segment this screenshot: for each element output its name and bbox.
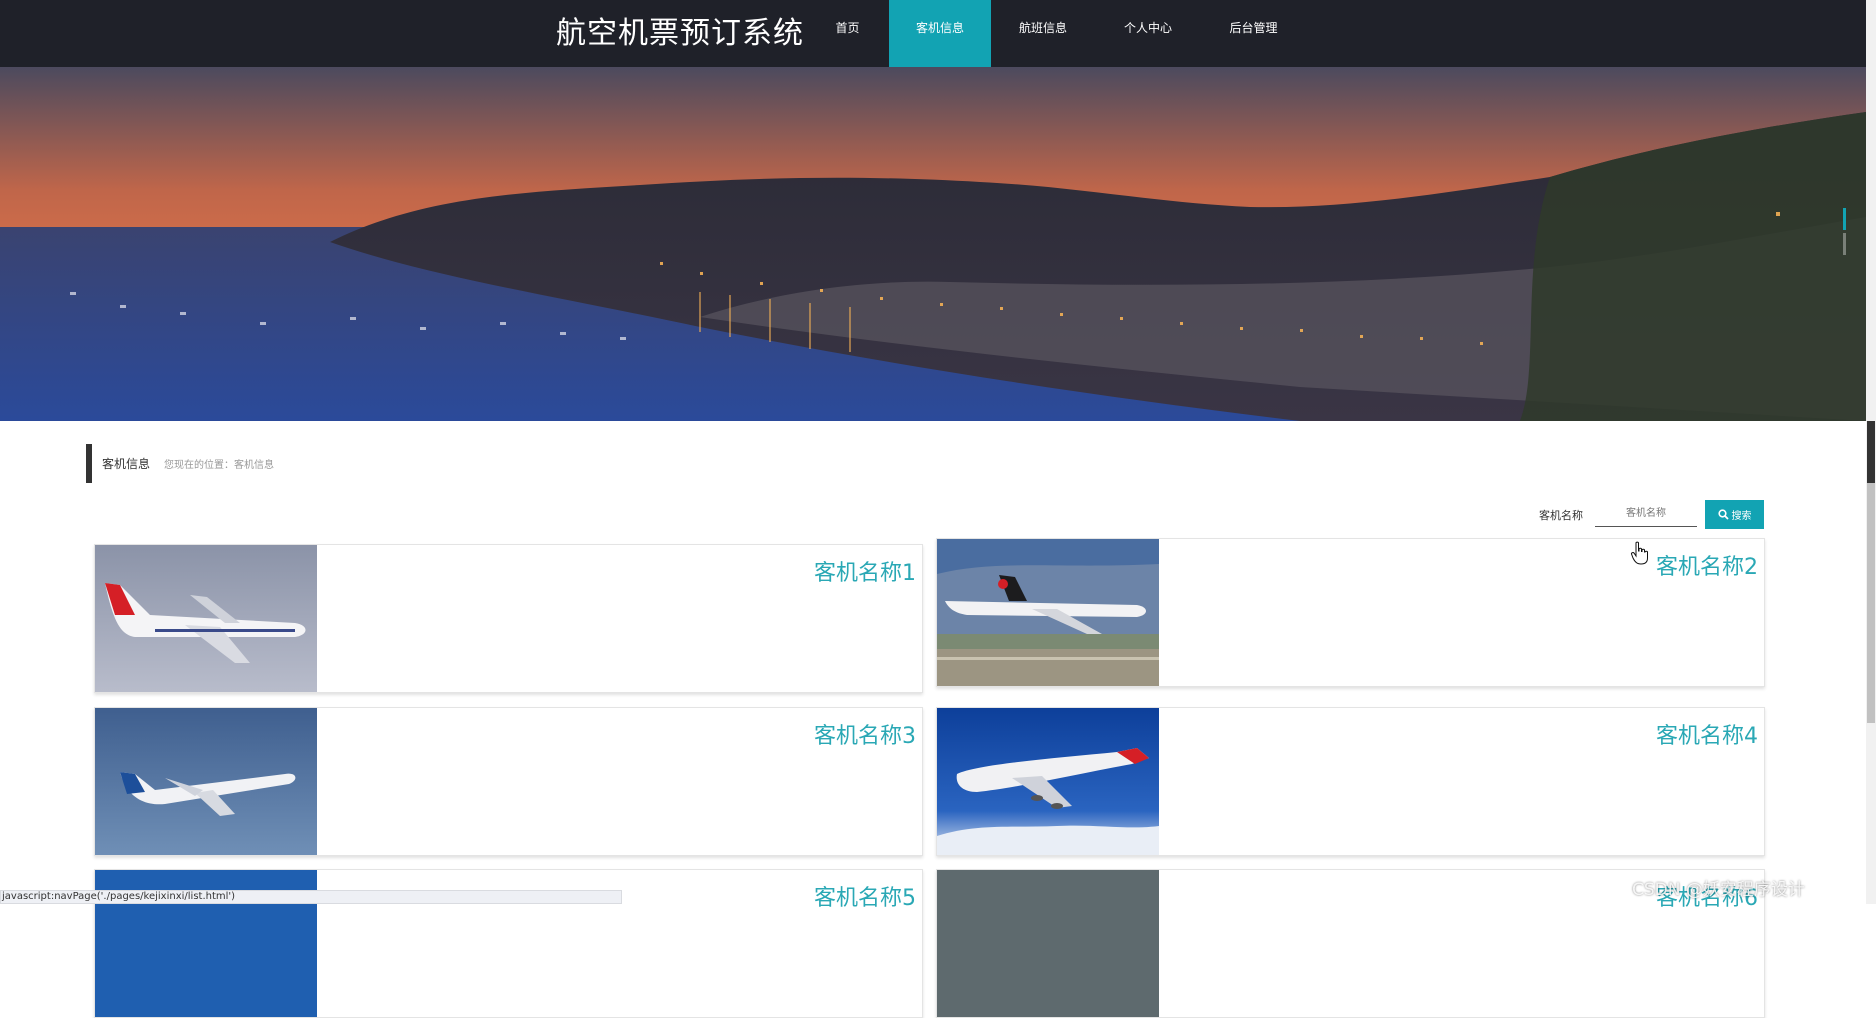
nav-admin[interactable]: 后台管理 [1201, 0, 1306, 67]
main-nav: 首页 客机信息 航班信息 个人中心 后台管理 [806, 0, 1306, 67]
aircraft-name: 客机名称1 [814, 561, 916, 586]
nav-flight-info[interactable]: 航班信息 [991, 0, 1095, 67]
browser-status-bar: javascript:navPage('./pages/kejixinxi/li… [0, 890, 622, 904]
banner-dot[interactable] [1843, 233, 1846, 255]
watermark: CSDN @妖安程序设计 [1632, 880, 1805, 900]
aircraft-name: 客机名称3 [814, 724, 916, 749]
aircraft-image [937, 870, 1159, 1017]
banner-indicator[interactable] [1843, 208, 1846, 278]
aircraft-card[interactable]: 客机名称4 [936, 707, 1765, 856]
breadcrumb: 客机信息 您现在的位置：客机信息 [86, 444, 274, 483]
aircraft-image [95, 545, 317, 692]
breadcrumb-location: 您现在的位置：客机信息 [164, 460, 275, 471]
site-title: 航空机票预订系统 [556, 16, 804, 51]
search-button[interactable]: 搜索 [1705, 500, 1764, 529]
aircraft-name: 客机名称2 [1656, 555, 1758, 580]
top-navigation-bar: 航空机票预订系统 首页 客机信息 航班信息 个人中心 后台管理 [0, 0, 1866, 67]
search-label: 客机名称 [1539, 509, 1583, 522]
search-button-label: 搜索 [1731, 511, 1752, 522]
aircraft-name: 客机名称5 [814, 886, 916, 911]
aircraft-image [95, 708, 317, 855]
page-scrollbar-thumb[interactable] [1867, 421, 1875, 483]
hand-cursor-icon [1630, 541, 1648, 565]
section-title: 客机信息 [102, 457, 151, 471]
banner-dot-active[interactable] [1843, 208, 1846, 230]
hero-banner-image [0, 67, 1866, 421]
search-input[interactable] [1595, 501, 1697, 527]
nav-aircraft-info[interactable]: 客机信息 [889, 0, 991, 67]
aircraft-image [937, 539, 1159, 686]
aircraft-name: 客机名称4 [1656, 724, 1758, 749]
page-scrollbar-thumb-lower[interactable] [1867, 483, 1875, 723]
aircraft-card[interactable]: 客机名称3 [94, 707, 923, 856]
aircraft-image [937, 708, 1159, 855]
search-icon [1717, 509, 1729, 520]
aircraft-card[interactable]: 客机名称1 [94, 544, 923, 693]
nav-home[interactable]: 首页 [806, 0, 889, 67]
nav-personal-center[interactable]: 个人中心 [1095, 0, 1201, 67]
